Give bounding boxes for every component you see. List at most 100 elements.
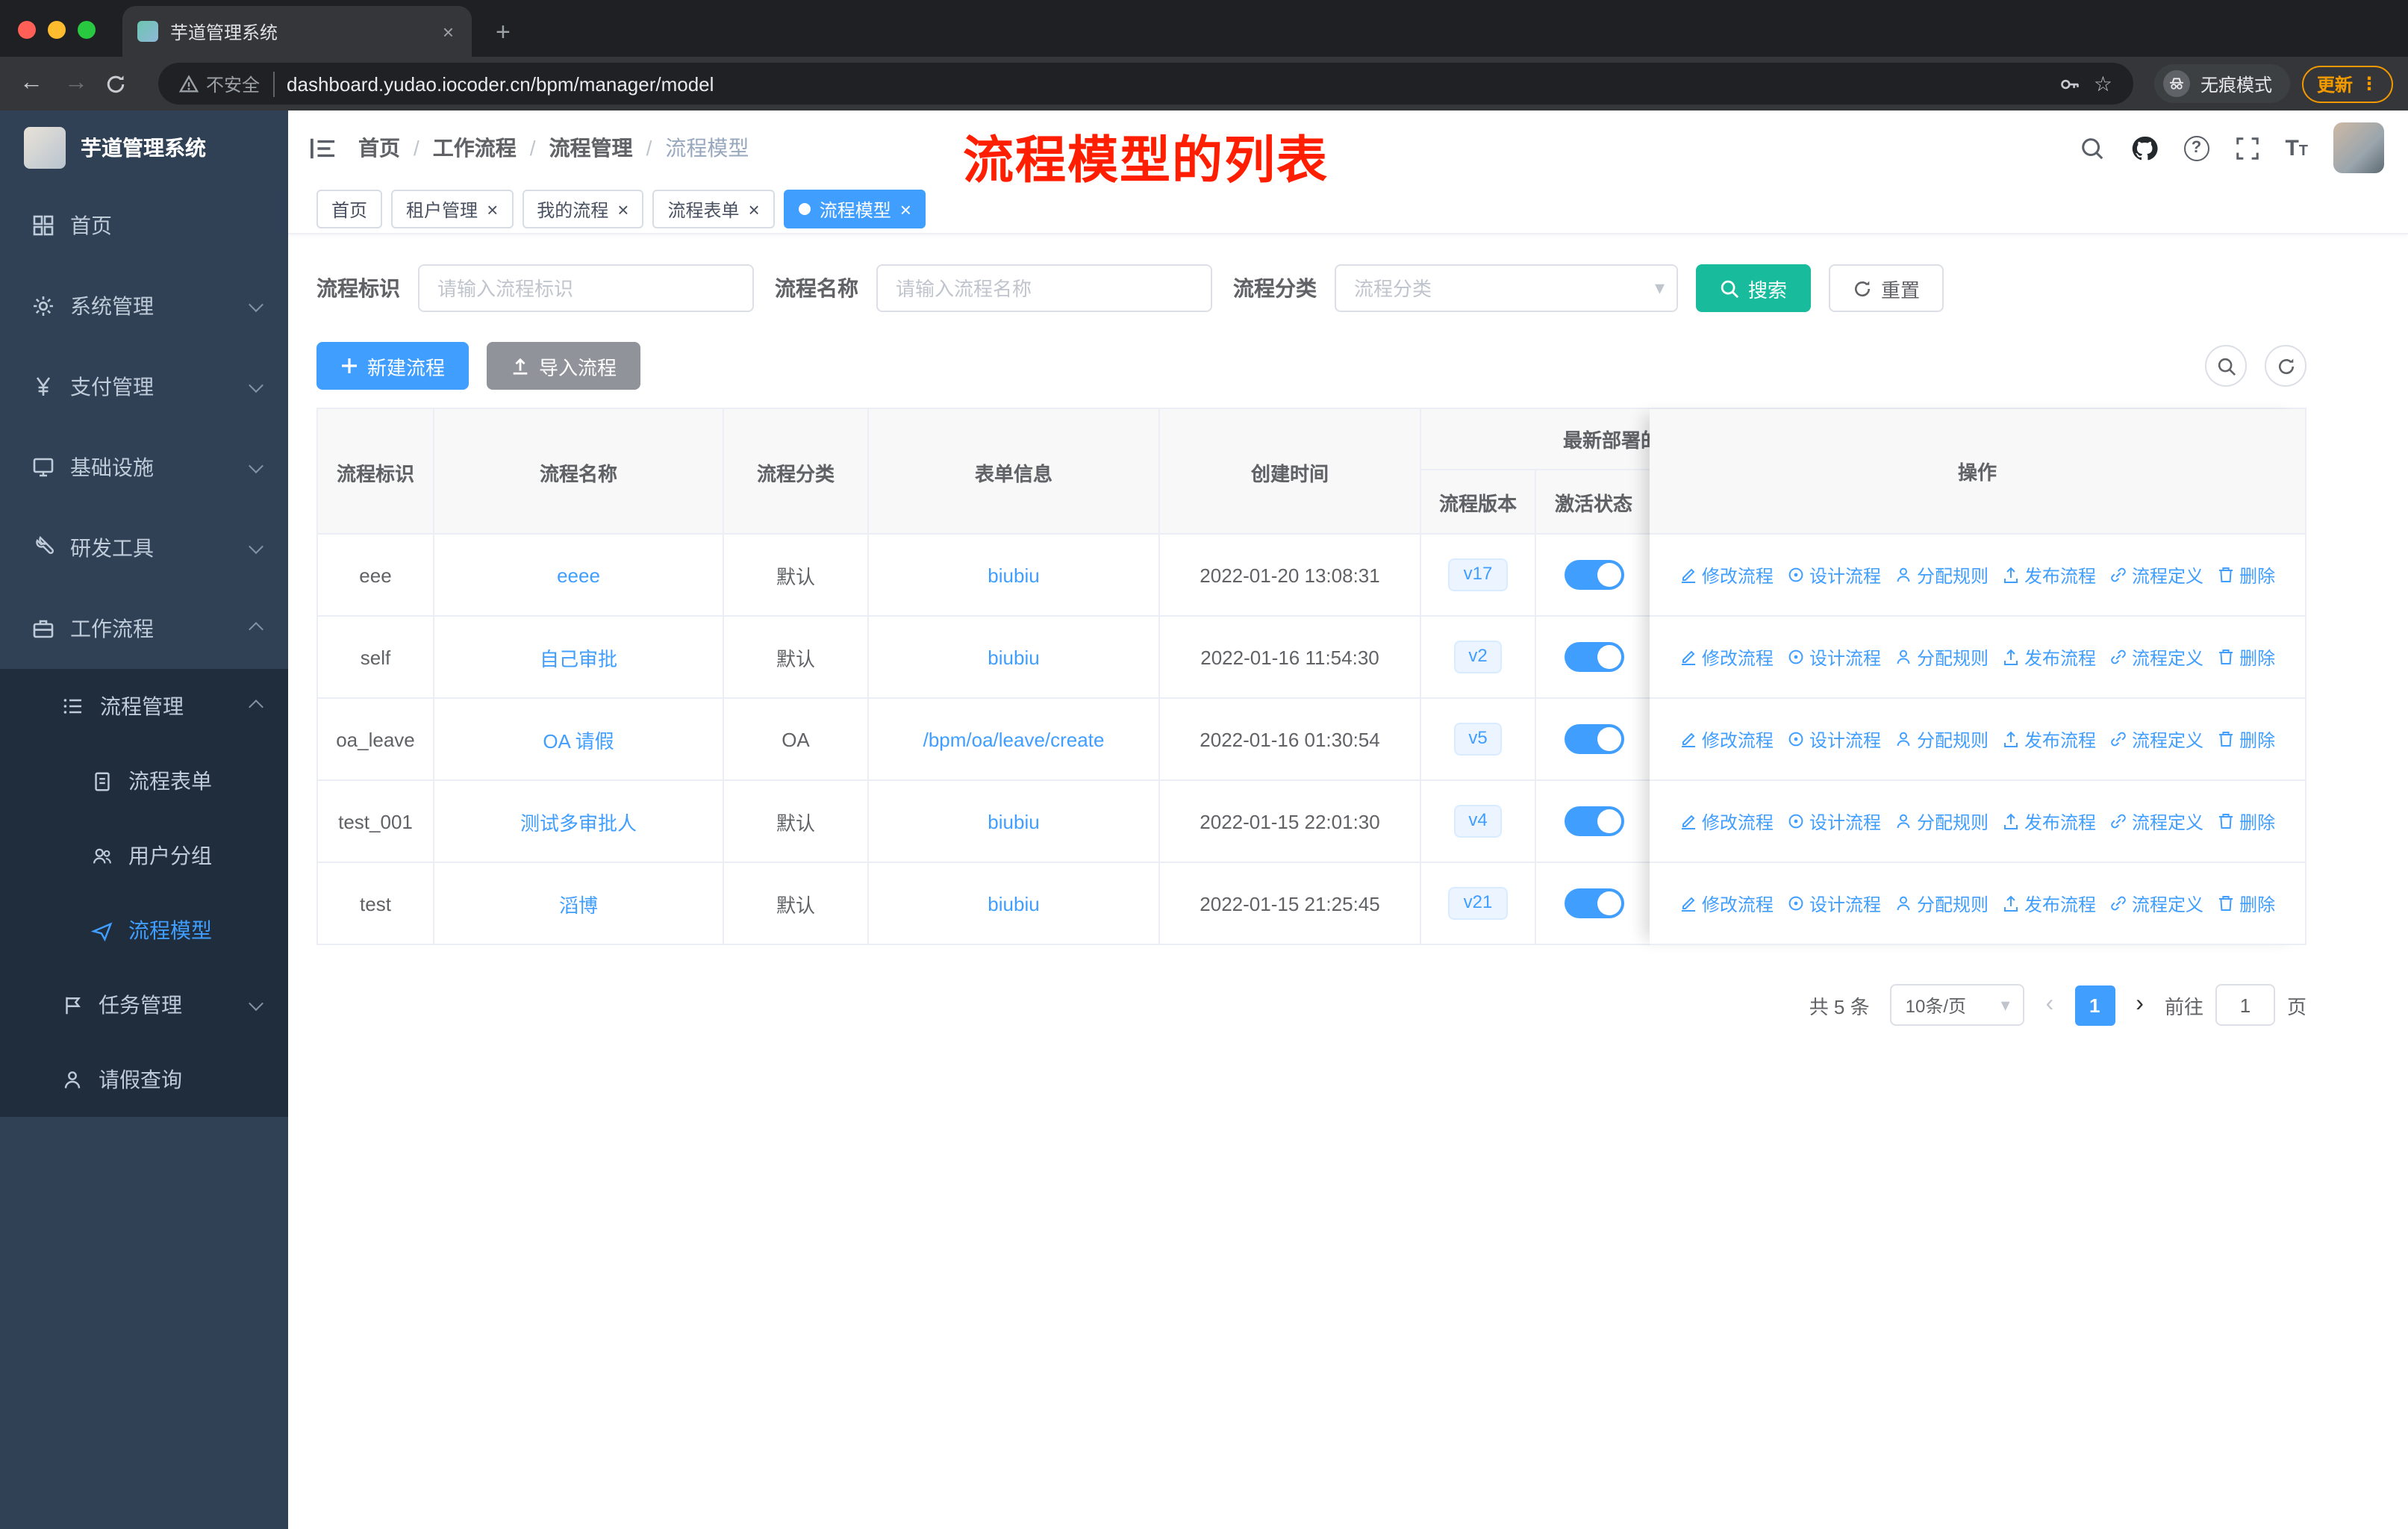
form-info-link[interactable]: biubiu — [988, 810, 1039, 832]
op-delete[interactable]: 删除 — [2217, 726, 2275, 752]
process-name-link[interactable]: 自己审批 — [540, 643, 617, 671]
tag-close-icon[interactable]: × — [900, 199, 911, 219]
tag-tenant[interactable]: 租户管理 × — [391, 190, 514, 228]
op-assign-rule[interactable]: 分配规则 — [1894, 726, 1989, 752]
filter-id-input[interactable] — [418, 264, 754, 312]
status-toggle[interactable] — [1564, 724, 1623, 754]
font-size-icon[interactable]: TT — [2285, 137, 2308, 159]
op-delete[interactable]: 删除 — [2217, 891, 2275, 916]
sidebar-item-workflow[interactable]: 工作流程 — [0, 588, 288, 669]
tag-close-icon[interactable]: × — [487, 199, 498, 219]
op-edit-process[interactable]: 修改流程 — [1679, 562, 1774, 588]
op-edit-process[interactable]: 修改流程 — [1679, 726, 1774, 752]
op-publish-process[interactable]: 发布流程 — [2002, 644, 2096, 670]
process-name-link[interactable]: OA 请假 — [543, 725, 614, 753]
sidebar-item-task-management[interactable]: 任务管理 — [0, 968, 288, 1042]
breadcrumb-item[interactable]: 工作流程 — [433, 133, 517, 163]
sidebar-toggle[interactable] — [309, 135, 337, 161]
search-button[interactable]: 搜索 — [1696, 264, 1812, 312]
forward-button[interactable]: → — [60, 71, 93, 96]
user-avatar[interactable] — [2333, 122, 2384, 173]
op-edit-process[interactable]: 修改流程 — [1679, 891, 1774, 916]
next-page-button[interactable]: › — [2136, 992, 2144, 1017]
op-design-process[interactable]: 设计流程 — [1787, 644, 1881, 670]
tag-home[interactable]: 首页 — [316, 190, 383, 228]
page-number-button[interactable]: 1 — [2074, 985, 2115, 1025]
op-edit-process[interactable]: 修改流程 — [1679, 809, 1774, 834]
op-process-definition[interactable]: 流程定义 — [2109, 809, 2203, 834]
sidebar-item-home[interactable]: 首页 — [0, 185, 288, 266]
toggle-search-button[interactable] — [2205, 345, 2247, 387]
github-icon[interactable] — [2130, 134, 2158, 162]
sidebar-item-process-management[interactable]: 流程管理 — [0, 669, 288, 744]
create-process-button[interactable]: 新建流程 — [316, 342, 470, 390]
import-process-button[interactable]: 导入流程 — [487, 342, 641, 390]
filter-category-select[interactable]: ▾ — [1335, 264, 1678, 312]
form-info-link[interactable]: biubiu — [988, 892, 1039, 915]
reset-button[interactable]: 重置 — [1829, 264, 1944, 312]
reload-button[interactable] — [105, 72, 137, 95]
new-tab-button[interactable]: + — [472, 18, 511, 57]
op-design-process[interactable]: 设计流程 — [1787, 891, 1881, 916]
bookmark-star-icon[interactable]: ☆ — [2094, 71, 2112, 96]
menu-dots-icon[interactable]: ⋮ — [2360, 73, 2378, 94]
close-window-button[interactable] — [18, 21, 36, 39]
tag-close-icon[interactable]: × — [749, 199, 760, 219]
sidebar-item-payment[interactable]: 支付管理 — [0, 346, 288, 427]
tag-close-icon[interactable]: × — [617, 199, 628, 219]
op-design-process[interactable]: 设计流程 — [1787, 562, 1881, 588]
sidebar-item-infrastructure[interactable]: 基础设施 — [0, 427, 288, 508]
page-size-select[interactable]: 10条/页 ▾ — [1890, 984, 2025, 1026]
zoom-window-button[interactable] — [78, 21, 96, 39]
goto-page-input[interactable] — [2215, 984, 2275, 1026]
op-design-process[interactable]: 设计流程 — [1787, 809, 1881, 834]
process-name-link[interactable]: 测试多审批人 — [520, 807, 637, 835]
filter-name-input[interactable] — [876, 264, 1212, 312]
browser-tab[interactable]: 芋道管理系统 × — [122, 6, 472, 57]
op-publish-process[interactable]: 发布流程 — [2002, 562, 2096, 588]
sidebar-item-leave-query[interactable]: 请假查询 — [0, 1042, 288, 1117]
password-key-icon[interactable] — [2059, 72, 2082, 95]
status-toggle[interactable] — [1564, 560, 1623, 590]
search-icon[interactable] — [2079, 135, 2104, 161]
op-assign-rule[interactable]: 分配规则 — [1894, 809, 1989, 834]
op-publish-process[interactable]: 发布流程 — [2002, 726, 2096, 752]
form-info-link[interactable]: /bpm/oa/leave/create — [923, 728, 1105, 750]
status-toggle[interactable] — [1564, 806, 1623, 836]
sidebar-item-system[interactable]: 系统管理 — [0, 266, 288, 346]
status-toggle[interactable] — [1564, 642, 1623, 672]
breadcrumb-item[interactable]: 流程管理 — [549, 133, 633, 163]
fullscreen-icon[interactable] — [2234, 135, 2259, 161]
op-assign-rule[interactable]: 分配规则 — [1894, 562, 1989, 588]
sidebar-item-devtools[interactable]: 研发工具 — [0, 508, 288, 588]
op-process-definition[interactable]: 流程定义 — [2109, 891, 2203, 916]
refresh-table-button[interactable] — [2265, 345, 2306, 387]
security-chip[interactable]: 不安全 — [179, 71, 275, 96]
sidebar-item-process-form[interactable]: 流程表单 — [0, 744, 288, 818]
sidebar-item-process-model[interactable]: 流程模型 — [0, 893, 288, 968]
process-name-link[interactable]: 滔博 — [559, 889, 598, 918]
sidebar-item-user-group[interactable]: 用户分组 — [0, 818, 288, 893]
form-info-link[interactable]: biubiu — [988, 646, 1039, 668]
tag-process-model[interactable]: 流程模型 × — [783, 190, 926, 228]
status-toggle[interactable] — [1564, 888, 1623, 918]
filter-category-input[interactable] — [1335, 264, 1678, 312]
form-info-link[interactable]: biubiu — [988, 564, 1039, 586]
op-process-definition[interactable]: 流程定义 — [2109, 562, 2203, 588]
op-edit-process[interactable]: 修改流程 — [1679, 644, 1774, 670]
minimize-window-button[interactable] — [48, 21, 66, 39]
op-delete[interactable]: 删除 — [2217, 562, 2275, 588]
op-delete[interactable]: 删除 — [2217, 809, 2275, 834]
prev-page-button[interactable]: ‹ — [2046, 992, 2054, 1017]
tag-my-process[interactable]: 我的流程 × — [522, 190, 644, 228]
op-publish-process[interactable]: 发布流程 — [2002, 891, 2096, 916]
op-process-definition[interactable]: 流程定义 — [2109, 644, 2203, 670]
op-assign-rule[interactable]: 分配规则 — [1894, 891, 1989, 916]
process-name-link[interactable]: eeee — [557, 564, 600, 586]
help-icon[interactable]: ? — [2183, 135, 2209, 161]
op-delete[interactable]: 删除 — [2217, 644, 2275, 670]
tag-process-form[interactable]: 流程表单 × — [652, 190, 775, 228]
tab-close-icon[interactable]: × — [440, 20, 457, 43]
op-publish-process[interactable]: 发布流程 — [2002, 809, 2096, 834]
breadcrumb-item[interactable]: 首页 — [358, 133, 400, 163]
